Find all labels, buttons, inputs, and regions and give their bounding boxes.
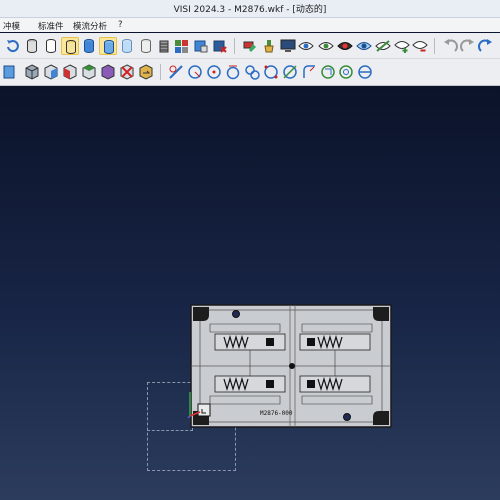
eye-green-icon[interactable] (318, 38, 334, 54)
circle-corner-icon[interactable] (301, 64, 317, 80)
circle-minus-icon[interactable] (357, 64, 373, 80)
eye-remove-icon[interactable] (412, 38, 428, 54)
cylinder-stack-icon[interactable] (156, 38, 172, 54)
cube-arrow-icon[interactable] (119, 64, 135, 80)
menu-item-mold-flow[interactable]: 模流分析 (73, 20, 107, 32)
menu-item-stamping[interactable]: 冲模 (3, 20, 20, 32)
cube-move-icon[interactable] (138, 64, 154, 80)
toolbar-separator (234, 38, 235, 54)
cylinder-cross-icon[interactable] (212, 38, 228, 54)
circle-slash-icon[interactable] (282, 64, 298, 80)
cylinder-outline-icon[interactable] (43, 38, 59, 54)
circle-arc-icon[interactable] (206, 64, 222, 80)
cube-cross-icon[interactable] (100, 64, 116, 80)
circle-cross-icon[interactable] (244, 64, 260, 80)
cube-view-icon[interactable] (2, 64, 18, 80)
eye-solid-icon[interactable] (337, 38, 353, 54)
redo-icon[interactable] (460, 38, 476, 54)
rotate-view-icon[interactable] (5, 38, 21, 54)
menu-item-standard-parts[interactable]: 标准件 (38, 20, 64, 32)
cube-shade-icon[interactable] (24, 64, 40, 80)
clean-brush-icon[interactable] (261, 38, 277, 54)
mold-model[interactable]: M2876-000 (190, 304, 392, 428)
circle-point-icon[interactable] (187, 64, 203, 80)
cylinder-yellow-icon[interactable] (99, 37, 117, 55)
line-tool-icon[interactable] (168, 64, 184, 80)
menu-item-help[interactable]: ? (118, 20, 123, 30)
cylinder-icon[interactable] (24, 38, 40, 54)
eye-view-icon[interactable] (298, 38, 314, 54)
eye-add-icon[interactable] (394, 38, 410, 54)
model-label: M2876-000 (260, 410, 293, 417)
cylinder-grey-icon[interactable] (138, 38, 154, 54)
redo-alt-icon[interactable] (478, 38, 494, 54)
circle-center-icon[interactable] (225, 64, 241, 80)
cylinder-light-icon[interactable] (119, 38, 135, 54)
paint-tool-icon[interactable] (242, 38, 258, 54)
toolbar-modify (0, 59, 500, 86)
circle-dots-icon[interactable] (263, 64, 279, 80)
menu-bar: 冲模 标准件 模流分析 ? (0, 18, 500, 32)
cylinder-selected-icon[interactable] (61, 37, 79, 55)
cube-green-icon[interactable] (62, 64, 78, 80)
render-monitor-icon[interactable] (280, 38, 296, 54)
circle-arrow-icon[interactable] (320, 64, 336, 80)
toolbar-separator (160, 64, 161, 80)
toolbar-view (0, 33, 500, 59)
toolbar-separator (434, 38, 435, 54)
layer-cylinder-icon[interactable] (193, 38, 209, 54)
title-bar: VISI 2024.3 - M2876.wkf - [动态的] (0, 0, 500, 18)
undo-icon[interactable] (442, 38, 458, 54)
cylinder-blue-icon[interactable] (81, 38, 97, 54)
window-title: VISI 2024.3 - M2876.wkf - [动态的] (173, 5, 327, 15)
cube-purple-icon[interactable] (81, 64, 97, 80)
eye-line-icon[interactable] (375, 38, 391, 54)
eye-blue-icon[interactable] (356, 38, 372, 54)
axis-triad-icon (186, 388, 206, 419)
circle-tangent-icon[interactable] (338, 64, 354, 80)
multi-cylinder-icon[interactable] (174, 38, 190, 54)
graphics-viewport[interactable]: M2876-000 (0, 86, 500, 500)
cube-red-icon[interactable] (43, 64, 59, 80)
